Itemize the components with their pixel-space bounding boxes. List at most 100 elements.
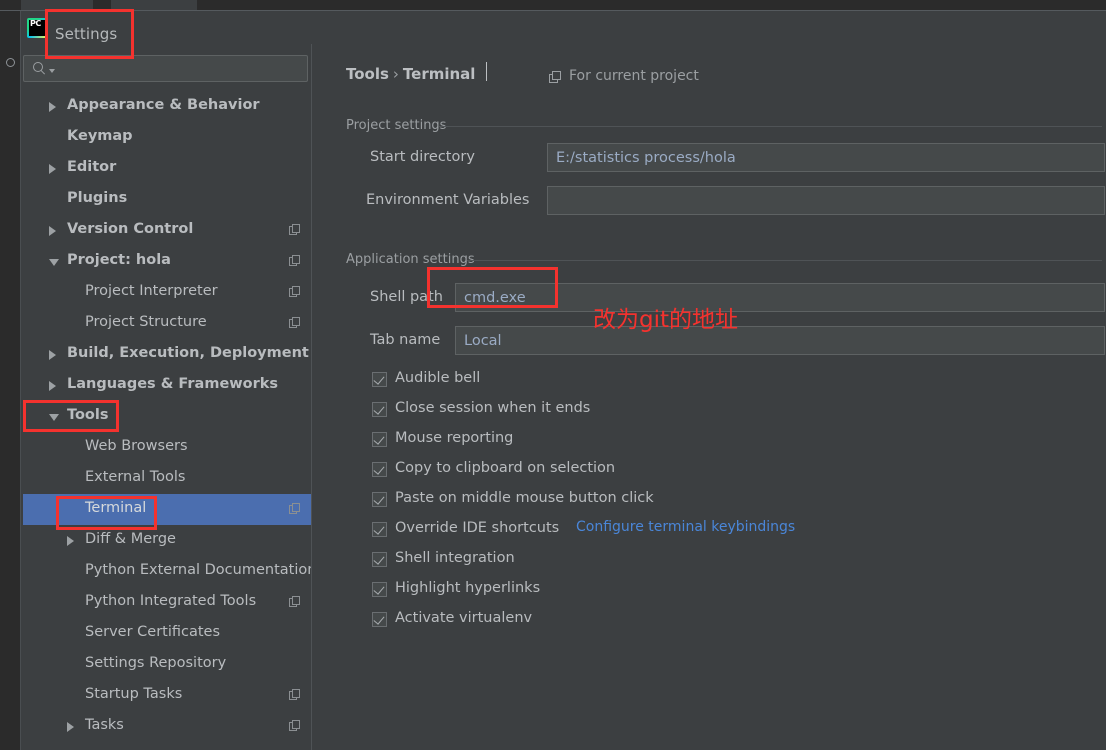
sidebar-item-label: Diff & Merge	[85, 531, 176, 547]
sidebar-item-label: Version Control	[67, 221, 194, 237]
sidebar-item-diff-merge[interactable]: Diff & Merge	[23, 525, 311, 556]
tab-name-field[interactable]: Local	[455, 326, 1105, 355]
environment-variables-field[interactable]	[547, 186, 1105, 215]
chevron-right-icon[interactable]	[49, 164, 56, 174]
sidebar-item-label: Python External Documentation	[85, 562, 311, 578]
breadcrumb-root[interactable]: Tools	[346, 65, 389, 83]
desktop-tab-notch-right	[111, 0, 197, 10]
sidebar-item-label: Editor	[67, 159, 117, 175]
chevron-down-icon[interactable]	[49, 414, 59, 421]
checkbox-icon[interactable]	[372, 612, 387, 627]
sidebar-item-build-execution-deployment[interactable]: Build, Execution, Deployment	[23, 339, 311, 370]
checkbox-icon[interactable]	[372, 372, 387, 387]
search-box[interactable]	[23, 55, 308, 83]
sidebar-item-tools[interactable]: Tools	[23, 401, 311, 432]
checkbox-label: Audible bell	[395, 370, 481, 386]
project-scope-icon	[289, 224, 301, 236]
project-scope-icon	[289, 255, 301, 267]
start-directory-value: E:/statistics process/hola	[556, 150, 736, 166]
label-shell-path: Shell path	[370, 289, 443, 305]
project-scope-icon	[289, 503, 301, 515]
sidebar-item-terminal[interactable]: Terminal	[23, 494, 311, 525]
sidebar-item-appearance-behavior[interactable]: Appearance & Behavior	[23, 91, 311, 122]
start-directory-field[interactable]: E:/statistics process/hola	[547, 143, 1105, 172]
chevron-right-icon[interactable]	[49, 102, 56, 112]
sidebar-item-project-interpreter[interactable]: Project Interpreter	[23, 277, 311, 308]
chevron-right-icon[interactable]	[67, 722, 74, 732]
breadcrumb-caret	[486, 62, 487, 81]
sidebar-item-server-certificates[interactable]: Server Certificates	[23, 618, 311, 649]
checkbox-icon[interactable]	[372, 552, 387, 567]
desktop-left-strip	[0, 11, 21, 750]
configure-terminal-keybindings-link[interactable]: Configure terminal keybindings	[576, 519, 795, 535]
chevron-right-icon[interactable]	[49, 226, 56, 236]
checkbox-icon[interactable]	[372, 462, 387, 477]
chevron-right-icon[interactable]	[67, 536, 74, 546]
sidebar-item-tasks[interactable]: Tasks	[23, 711, 311, 742]
group-project-settings: Project settings	[346, 118, 1102, 133]
group-label: Application settings	[346, 252, 475, 267]
copy-scope-icon	[549, 71, 562, 84]
group-divider	[467, 260, 1102, 261]
tab-name-value: Local	[464, 333, 502, 349]
sidebar-item-label: Settings Repository	[85, 655, 227, 671]
sidebar-item-startup-tasks[interactable]: Startup Tasks	[23, 680, 311, 711]
sidebar-item-label: Tasks	[85, 717, 124, 733]
checkbox-label: Highlight hyperlinks	[395, 580, 541, 596]
sidebar-item-plugins[interactable]: Plugins	[23, 184, 311, 215]
sidebar-item-external-tools[interactable]: External Tools	[23, 463, 311, 494]
checkbox-label: Copy to clipboard on selection	[395, 460, 616, 476]
sidebar-item-label: Plugins	[67, 190, 128, 206]
checkbox-icon[interactable]	[372, 492, 387, 507]
sidebar-item-project-hola[interactable]: Project: hola	[23, 246, 311, 277]
chevron-down-icon[interactable]	[49, 259, 59, 266]
sidebar-item-python-integrated-tools[interactable]: Python Integrated Tools	[23, 587, 311, 618]
settings-dialog-screenshot: PC Settings Appearance & Behavior Keymap E…	[0, 0, 1106, 750]
project-scope-icon	[289, 596, 301, 608]
sidebar-item-label: Languages & Frameworks	[67, 376, 279, 392]
shell-path-field[interactable]: cmd.exe	[455, 283, 1105, 312]
pycharm-icon-text: PC	[30, 19, 41, 28]
checkbox-label: Activate virtualenv	[395, 610, 533, 626]
chevron-right-icon[interactable]	[49, 381, 56, 391]
label-tab-name: Tab name	[370, 332, 441, 348]
sidebar-item-editor[interactable]: Editor	[23, 153, 311, 184]
label-environment-variables: Environment Variables	[366, 192, 530, 208]
sidebar-item-keymap[interactable]: Keymap	[23, 122, 311, 153]
search-input[interactable]	[57, 56, 306, 83]
group-divider	[439, 126, 1102, 127]
sidebar-item-project-structure[interactable]: Project Structure	[23, 308, 311, 339]
chevron-right-icon[interactable]	[49, 350, 56, 360]
sidebar-item-label: Appearance & Behavior	[67, 97, 260, 113]
page-title: Settings	[55, 25, 118, 43]
checkbox-icon[interactable]	[372, 432, 387, 447]
sidebar-item-label: Python Integrated Tools	[85, 593, 257, 609]
checkbox-icon[interactable]	[372, 402, 387, 417]
pycharm-icon: PC	[27, 18, 47, 38]
sidebar-item-label: Project Structure	[85, 314, 207, 330]
project-scope-icon	[289, 286, 301, 298]
sidebar-item-label: Server Certificates	[85, 624, 221, 640]
sidebar-item-web-browsers[interactable]: Web Browsers	[23, 432, 311, 463]
sidebar-item-version-control[interactable]: Version Control	[23, 215, 311, 246]
settings-tree[interactable]: Appearance & Behavior Keymap Editor Plugins…	[23, 91, 311, 750]
shell-path-value: cmd.exe	[464, 290, 526, 306]
project-scope-icon	[289, 317, 301, 329]
breadcrumb-leaf: Terminal	[402, 65, 476, 83]
sidebar-item-settings-repository[interactable]: Settings Repository	[23, 649, 311, 680]
label-start-directory: Start directory	[370, 149, 475, 165]
search-icon	[33, 62, 47, 76]
circle-icon	[6, 58, 15, 67]
checkbox-label: Close session when it ends	[395, 400, 591, 416]
breadcrumb-separator: ›	[392, 65, 399, 83]
checkbox-icon[interactable]	[372, 522, 387, 537]
chevron-down-icon[interactable]	[49, 69, 55, 73]
desktop-tab-notch-left	[21, 0, 93, 10]
checkbox-label: Mouse reporting	[395, 430, 514, 446]
group-application-settings: Application settings	[346, 252, 1102, 267]
checkbox-icon[interactable]	[372, 582, 387, 597]
breadcrumb: Tools › Terminal	[346, 65, 475, 83]
sidebar-item-python-external-documentation[interactable]: Python External Documentation	[23, 556, 311, 587]
sidebar-item-languages-frameworks[interactable]: Languages & Frameworks	[23, 370, 311, 401]
sidebar-item-label: Tools	[67, 407, 109, 423]
